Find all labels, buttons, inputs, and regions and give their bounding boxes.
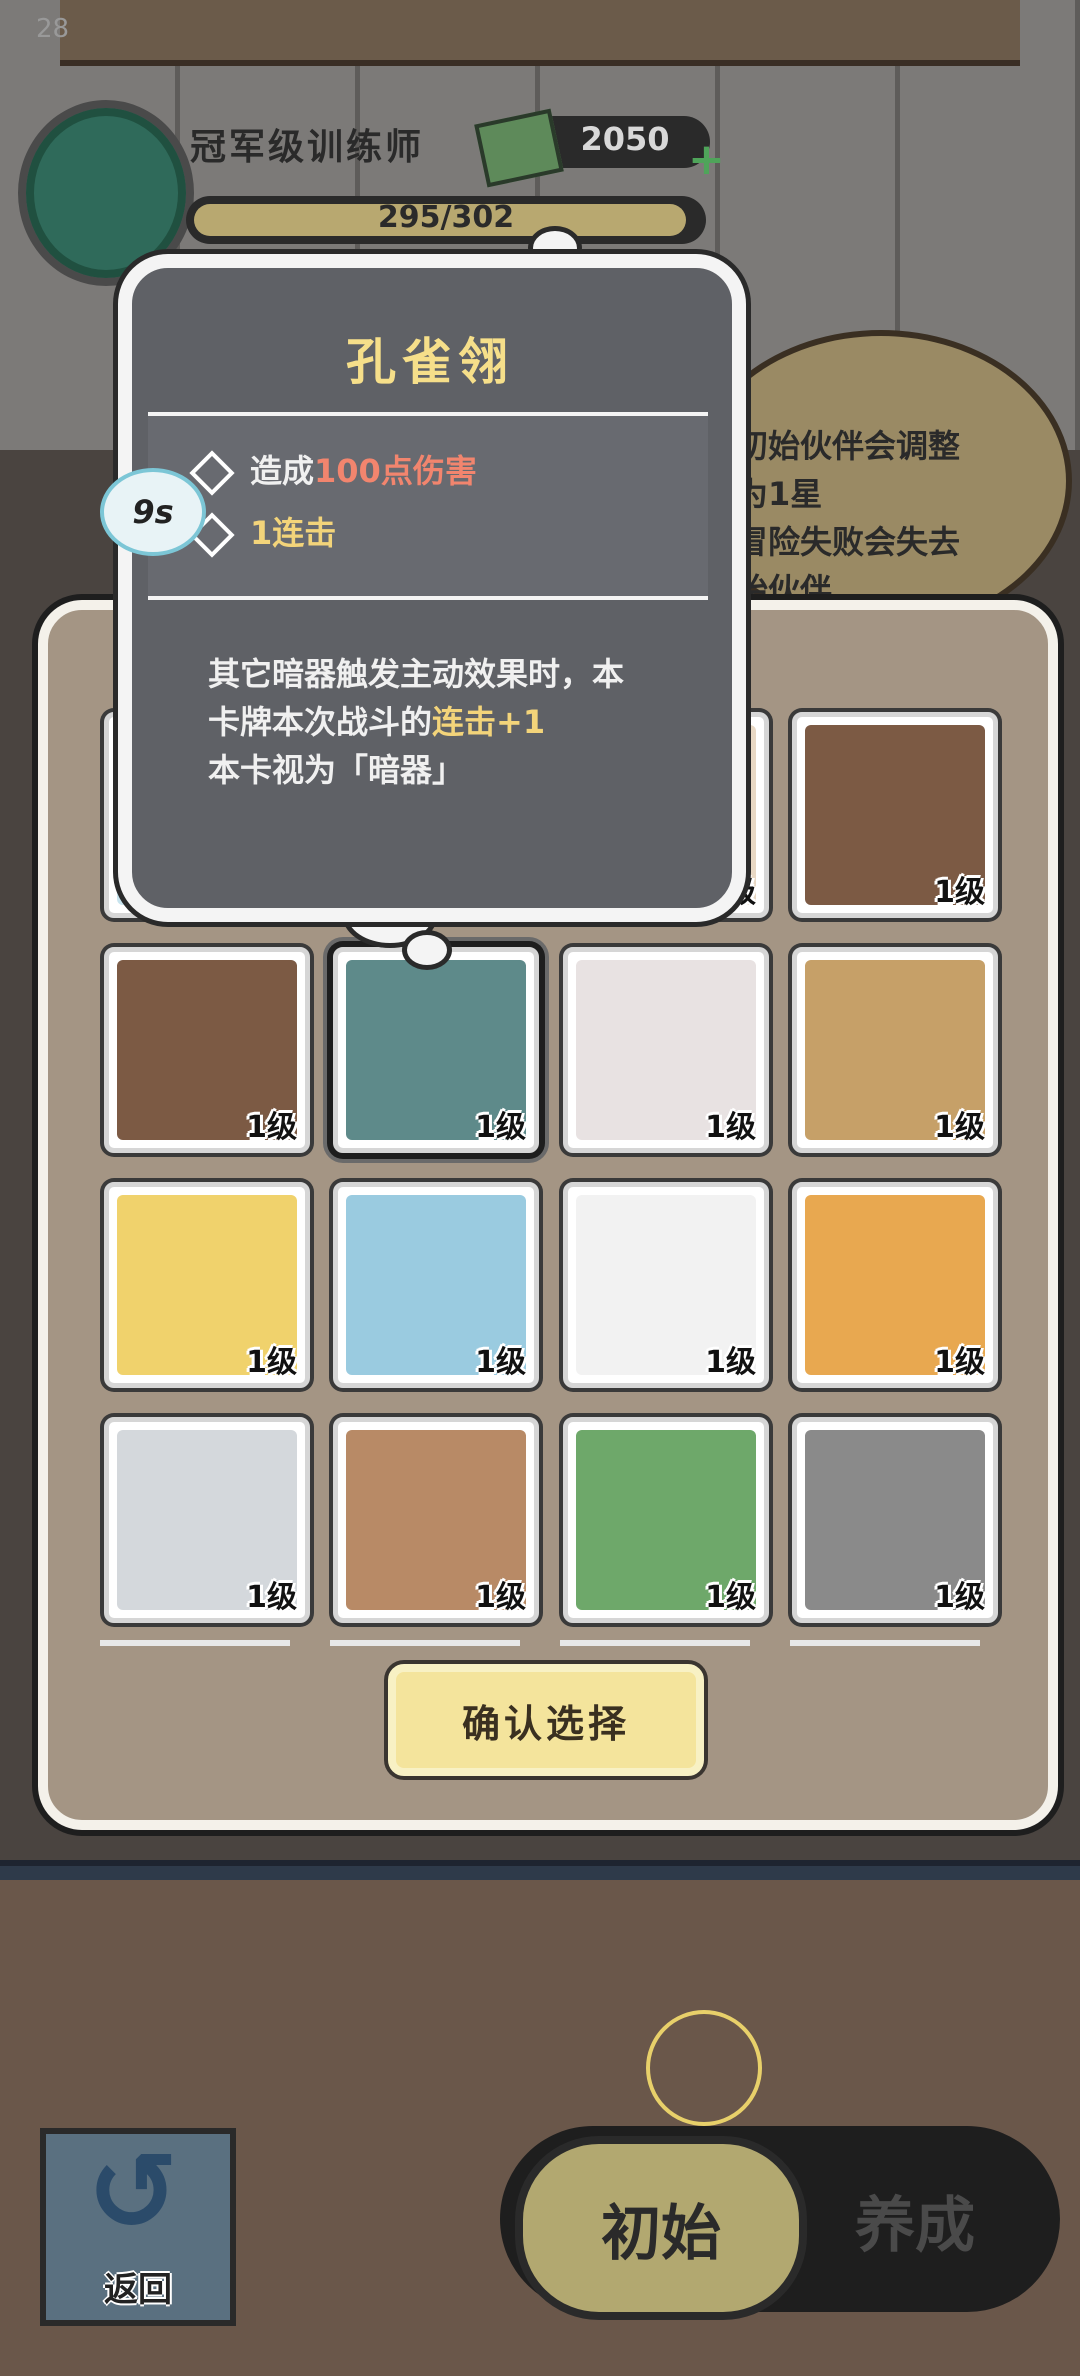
card-level-label: 1级 [246, 1345, 297, 1380]
desc-text-2: 本卡视为「暗器」 [208, 751, 465, 789]
partner-card[interactable]: 1级 [104, 1182, 310, 1388]
background-shelf [60, 0, 1020, 66]
partner-card[interactable]: 1级 [563, 1417, 769, 1623]
tooltip-stats-band [148, 412, 708, 600]
partner-card[interactable]: 1级 [333, 947, 539, 1153]
more-cards-edge [100, 1640, 980, 1646]
tooltip-title: 孔雀翎 [346, 333, 514, 391]
stat-damage-value: 100点伤害 [314, 452, 477, 490]
partner-card[interactable]: 1级 [792, 712, 998, 918]
sparkle-indicator-icon [646, 2010, 762, 2126]
tooltip-stat-damage: 造成100点伤害 [189, 446, 477, 496]
trainer-rank-title: 冠军级训练师 [190, 127, 425, 168]
card-level-label: 1级 [705, 1345, 756, 1380]
card-level-label: 1级 [475, 1110, 526, 1145]
partner-card[interactable]: 1级 [563, 1182, 769, 1388]
card-level-label: 1级 [934, 1345, 985, 1380]
cooldown-timer-badge: 9s [100, 468, 206, 556]
back-button-label: 返回 [104, 2270, 172, 2310]
partner-card[interactable]: 1级 [792, 947, 998, 1153]
tooltip-description: 其它暗器触发主动效果时，本卡牌本次战斗的连击+1 本卡视为「暗器」 [208, 650, 648, 800]
notice-bubble: 初始伙伴会调整 为1星 冒险失败会失去 始伙伴 [690, 330, 1072, 632]
back-arrow-icon: ↺ [86, 2128, 180, 2256]
card-level-label: 1级 [934, 1110, 985, 1145]
tab-train[interactable]: 养成 [790, 2136, 1040, 2304]
tab-initial[interactable]: 初始 [515, 2136, 807, 2320]
partner-card[interactable]: 1级 [563, 947, 769, 1153]
desc-text: 其它暗器触发主动效果时，本卡牌本次战斗的 [208, 655, 625, 741]
card-level-label: 1级 [246, 1110, 297, 1145]
partner-card[interactable]: 1级 [104, 947, 310, 1153]
partner-card[interactable]: 1级 [104, 1417, 310, 1623]
stat-prefix: 造成 [250, 452, 315, 490]
stat-combo-value: 1连击 [250, 514, 337, 552]
card-level-label: 1级 [705, 1110, 756, 1145]
card-level-label: 1级 [475, 1345, 526, 1380]
notice-line: 冒险失败会失去 [736, 523, 961, 561]
card-level-label: 1级 [934, 875, 985, 910]
currency-value: 2050 [580, 120, 670, 158]
notice-line: 为1星 [736, 475, 823, 513]
partner-card[interactable]: 1级 [333, 1182, 539, 1388]
card-level-label: 1级 [934, 1580, 985, 1615]
partner-card[interactable]: 1级 [792, 1182, 998, 1388]
add-currency-button[interactable]: + [688, 138, 725, 182]
card-level-label: 1级 [475, 1580, 526, 1615]
hud-corner-number: 28 [36, 14, 70, 44]
desc-highlight: 连击+1 [432, 703, 546, 741]
notice-line: 初始伙伴会调整 [736, 427, 961, 465]
tooltip-tail-cloud [402, 930, 452, 970]
confirm-selection-button[interactable]: 确认选择 [388, 1664, 704, 1776]
card-level-label: 1级 [246, 1580, 297, 1615]
tooltip-stat-combo: 1连击 [189, 508, 337, 558]
partner-card[interactable]: 1级 [792, 1417, 998, 1623]
xp-text: 295/302 [377, 200, 515, 235]
card-level-label: 1级 [705, 1580, 756, 1615]
partner-card[interactable]: 1级 [333, 1417, 539, 1623]
